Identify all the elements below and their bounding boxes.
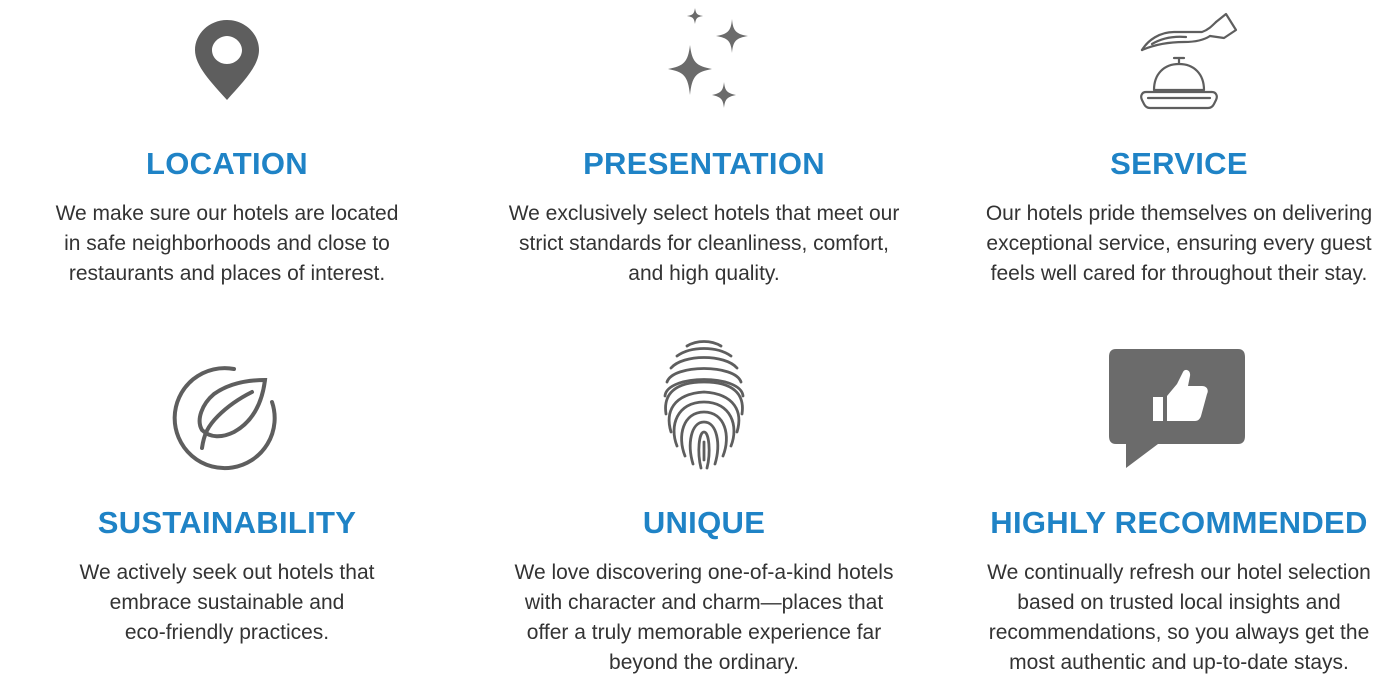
description-line: We make sure our hotels are located xyxy=(55,202,399,225)
description-line: restaurants and places of interest. xyxy=(68,262,386,285)
feature-description: We actively seek out hotels that embrace… xyxy=(0,558,462,648)
description-line: We love discovering one-of-a-kind hotels xyxy=(514,561,894,584)
feature-description: We make sure our hotels are located in s… xyxy=(0,199,462,289)
fingerprint-icon xyxy=(469,334,939,474)
feature-title: HIGHLY RECOMMENDED xyxy=(990,505,1368,540)
location-pin-icon xyxy=(0,0,462,110)
feature-title: LOCATION xyxy=(146,146,308,181)
description-line: based on trusted local insights and xyxy=(1017,591,1341,614)
thumbs-up-icon xyxy=(944,334,1389,474)
description-line: embrace sustainable and xyxy=(109,591,345,614)
description-line: most authentic and up-to-date stays. xyxy=(1009,651,1349,674)
description-line: beyond the ordinary. xyxy=(609,651,799,674)
description-line: feels well cared for throughout their st… xyxy=(990,262,1368,285)
feature-title: PRESENTATION xyxy=(583,146,825,181)
feature-description: Our hotels pride themselves on deliverin… xyxy=(944,199,1389,289)
feature-title: SERVICE xyxy=(1110,146,1248,181)
description-line: exceptional service, ensuring every gues… xyxy=(986,232,1372,255)
description-line: with character and charm—places that xyxy=(524,591,884,614)
description-line: We continually refresh our hotel selecti… xyxy=(987,561,1371,584)
description-line: We actively seek out hotels that xyxy=(79,561,375,584)
leaf-icon xyxy=(0,334,462,474)
feature-description: We love discovering one-of-a-kind hotels… xyxy=(469,558,939,678)
description-line: in safe neighborhoods and close to xyxy=(64,232,390,255)
description-line: offer a truly memorable experience far xyxy=(526,621,882,644)
feature-title: UNIQUE xyxy=(642,505,766,540)
service-bell-icon xyxy=(944,0,1389,125)
description-line: Our hotels pride themselves on deliverin… xyxy=(985,202,1373,225)
feature-description: We continually refresh our hotel selecti… xyxy=(944,558,1389,678)
description-line: We exclusively select hotels that meet o… xyxy=(508,202,900,225)
feature-title: SUSTAINABILITY xyxy=(97,505,357,540)
description-line: recommendations, so you always get the xyxy=(988,621,1370,644)
description-line: strict standards for cleanliness, comfor… xyxy=(519,232,889,255)
sparkles-icon xyxy=(469,0,939,125)
description-line: and high quality. xyxy=(628,262,780,285)
description-line: eco-friendly practices. xyxy=(124,621,330,644)
feature-description: We exclusively select hotels that meet o… xyxy=(469,199,939,289)
